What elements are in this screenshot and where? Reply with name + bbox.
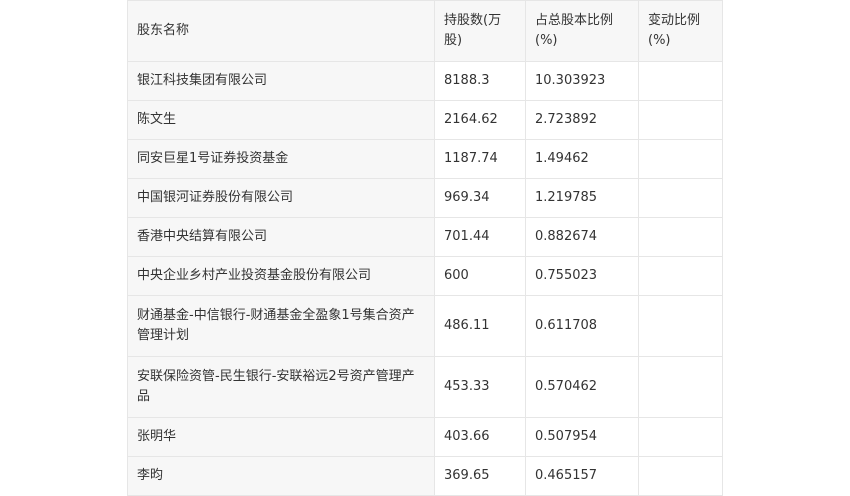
cell-ratio: 0.611708 bbox=[525, 295, 639, 357]
header-shares: 持股数(万股) bbox=[434, 0, 526, 62]
cell-change bbox=[638, 356, 723, 418]
cell-ratio: 0.755023 bbox=[525, 256, 639, 296]
cell-name: 陈文生 bbox=[127, 100, 435, 140]
cell-ratio: 2.723892 bbox=[525, 100, 639, 140]
table-header-row: 股东名称 持股数(万股) 占总股本比例(%) 变动比例(%) bbox=[127, 0, 723, 62]
cell-shares: 969.34 bbox=[434, 178, 526, 218]
cell-shares: 486.11 bbox=[434, 295, 526, 357]
cell-shares: 1187.74 bbox=[434, 139, 526, 179]
cell-name: 安联保险资管-民生银行-安联裕远2号资产管理产品 bbox=[127, 356, 435, 418]
cell-name: 香港中央结算有限公司 bbox=[127, 217, 435, 257]
shareholder-table: 股东名称 持股数(万股) 占总股本比例(%) 变动比例(%) 银江科技集团有限公… bbox=[127, 0, 723, 496]
cell-shares: 403.66 bbox=[434, 417, 526, 457]
header-ratio: 占总股本比例(%) bbox=[525, 0, 639, 62]
cell-shares: 2164.62 bbox=[434, 100, 526, 140]
cell-ratio: 1.219785 bbox=[525, 178, 639, 218]
cell-change bbox=[638, 61, 723, 101]
cell-shares: 8188.3 bbox=[434, 61, 526, 101]
cell-shares: 701.44 bbox=[434, 217, 526, 257]
shareholder-table-container: 股东名称 持股数(万股) 占总股本比例(%) 变动比例(%) 银江科技集团有限公… bbox=[127, 0, 723, 496]
cell-change bbox=[638, 456, 723, 496]
cell-change bbox=[638, 217, 723, 257]
cell-shares: 453.33 bbox=[434, 356, 526, 418]
cell-change bbox=[638, 178, 723, 218]
cell-change bbox=[638, 295, 723, 357]
cell-name: 同安巨星1号证券投资基金 bbox=[127, 139, 435, 179]
cell-name: 张明华 bbox=[127, 417, 435, 457]
cell-name: 财通基金-中信银行-财通基金全盈象1号集合资产管理计划 bbox=[127, 295, 435, 357]
cell-ratio: 0.465157 bbox=[525, 456, 639, 496]
header-shareholder-name: 股东名称 bbox=[127, 0, 435, 62]
cell-ratio: 0.507954 bbox=[525, 417, 639, 457]
header-change: 变动比例(%) bbox=[638, 0, 723, 62]
cell-shares: 600 bbox=[434, 256, 526, 296]
cell-shares: 369.65 bbox=[434, 456, 526, 496]
cell-ratio: 0.570462 bbox=[525, 356, 639, 418]
table-row: 同安巨星1号证券投资基金 1187.74 1.49462 bbox=[127, 139, 723, 179]
cell-change bbox=[638, 256, 723, 296]
cell-name: 中国银河证券股份有限公司 bbox=[127, 178, 435, 218]
cell-name: 中央企业乡村产业投资基金股份有限公司 bbox=[127, 256, 435, 296]
cell-ratio: 10.303923 bbox=[525, 61, 639, 101]
table-row: 张明华 403.66 0.507954 bbox=[127, 417, 723, 457]
table-row: 财通基金-中信银行-财通基金全盈象1号集合资产管理计划 486.11 0.611… bbox=[127, 295, 723, 357]
cell-change bbox=[638, 139, 723, 179]
cell-name: 李昀 bbox=[127, 456, 435, 496]
cell-change bbox=[638, 100, 723, 140]
table-row: 中国银河证券股份有限公司 969.34 1.219785 bbox=[127, 178, 723, 218]
table-row: 李昀 369.65 0.465157 bbox=[127, 456, 723, 496]
table-row: 安联保险资管-民生银行-安联裕远2号资产管理产品 453.33 0.570462 bbox=[127, 356, 723, 418]
table-row: 银江科技集团有限公司 8188.3 10.303923 bbox=[127, 61, 723, 101]
cell-ratio: 1.49462 bbox=[525, 139, 639, 179]
table-row: 陈文生 2164.62 2.723892 bbox=[127, 100, 723, 140]
cell-name: 银江科技集团有限公司 bbox=[127, 61, 435, 101]
table-row: 香港中央结算有限公司 701.44 0.882674 bbox=[127, 217, 723, 257]
cell-change bbox=[638, 417, 723, 457]
table-row: 中央企业乡村产业投资基金股份有限公司 600 0.755023 bbox=[127, 256, 723, 296]
cell-ratio: 0.882674 bbox=[525, 217, 639, 257]
